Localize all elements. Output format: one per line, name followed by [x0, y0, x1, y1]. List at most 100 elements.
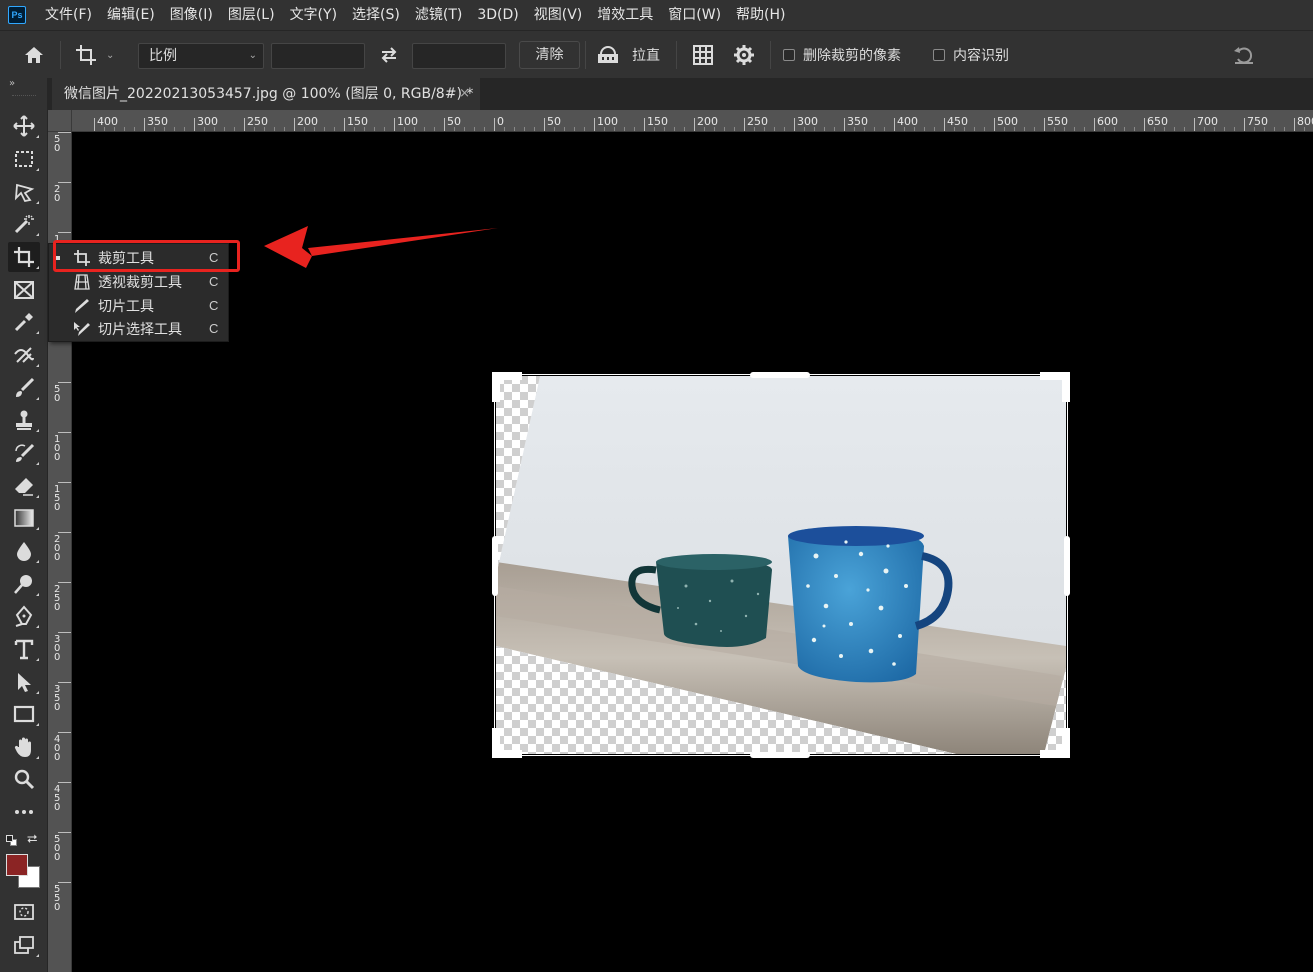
image-layer[interactable] [496, 376, 1066, 754]
frame-icon [14, 281, 34, 299]
ruler-major-tick [394, 118, 395, 131]
crop-handle-bottom[interactable] [750, 752, 810, 758]
path-selection-tool[interactable] [8, 667, 40, 697]
straighten-button[interactable]: 拉直 [596, 31, 660, 79]
rectangle-icon [13, 705, 35, 723]
swap-colors-icon[interactable]: ⮂ [27, 832, 37, 847]
ruler-label: 300 [54, 634, 61, 663]
menu-edit[interactable]: 编辑(E) [100, 0, 163, 30]
crop-handle-top-right[interactable] [1062, 372, 1070, 402]
history-brush-icon [15, 443, 35, 462]
checkbox-box[interactable] [933, 49, 945, 61]
eyedropper-icon [14, 313, 33, 332]
history-brush-tool[interactable] [8, 438, 40, 468]
eraser-tool[interactable] [8, 471, 40, 501]
menu-window[interactable]: 窗口(W) [661, 0, 729, 30]
ratio-select[interactable]: 比例 ⌄ [138, 43, 264, 69]
ruler-major-tick [894, 118, 895, 131]
crop-height-input[interactable] [412, 43, 506, 69]
brush-tool[interactable] [8, 373, 40, 403]
flyout-item-slice[interactable]: 切片工具 C [49, 294, 230, 317]
zoom-tool[interactable] [8, 764, 40, 794]
ruler-label: 800 [1297, 115, 1313, 128]
tools-panel: » ⮂ [0, 78, 48, 972]
crop-width-input[interactable] [271, 43, 365, 69]
ruler-major-tick [794, 118, 795, 131]
crop-handle-top[interactable] [750, 372, 810, 378]
flyout-item-perspective-crop[interactable]: 透视裁剪工具 C [49, 270, 230, 293]
frame-tool[interactable] [8, 275, 40, 305]
swap-dimensions-button[interactable] [378, 31, 400, 79]
menu-layer[interactable]: 图层(L) [221, 0, 283, 30]
rectangle-tool[interactable] [8, 699, 40, 729]
content-aware-checkbox[interactable]: 内容识别 [933, 31, 1009, 79]
menu-type[interactable]: 文字(Y) [283, 0, 345, 30]
crop-handle-bottom-right[interactable] [1062, 728, 1070, 758]
default-colors-icon[interactable] [6, 835, 18, 847]
hand-icon [14, 737, 31, 757]
menu-select[interactable]: 选择(S) [345, 0, 408, 30]
tool-preset-picker[interactable]: ⌄ [74, 31, 114, 79]
magic-wand-tool[interactable] [8, 209, 40, 239]
dodge-tool[interactable] [8, 569, 40, 599]
menu-plugins[interactable]: 增效工具 [590, 0, 661, 30]
close-tab-icon[interactable]: × [459, 78, 470, 110]
move-icon [13, 115, 35, 137]
reset-button[interactable] [1232, 31, 1256, 79]
menu-view[interactable]: 视图(V) [527, 0, 591, 30]
hand-tool[interactable] [8, 732, 40, 762]
more-icon [15, 810, 33, 814]
crop-handle-left[interactable] [492, 536, 498, 596]
menu-help[interactable]: 帮助(H) [729, 0, 793, 30]
eyedropper-tool[interactable] [8, 307, 40, 337]
collapse-panel-icon[interactable]: » [9, 78, 15, 89]
pen-tool[interactable] [8, 601, 40, 631]
document-tab[interactable]: 微信图片_20220213053457.jpg @ 100% (图层 0, RG… [52, 78, 480, 110]
ruler-major-tick [58, 632, 71, 633]
menu-image[interactable]: 图像(I) [163, 0, 221, 30]
gradient-tool[interactable] [8, 503, 40, 533]
screen-mode-button[interactable] [8, 930, 40, 960]
ruler-major-tick [58, 832, 71, 833]
content-aware-label: 内容识别 [953, 48, 1009, 64]
crop-handle-bottom-left[interactable] [492, 728, 500, 758]
clear-button[interactable]: 清除 [519, 41, 580, 69]
zoom-icon [14, 769, 35, 790]
ruler-major-tick [58, 482, 71, 483]
marquee-tool[interactable] [8, 144, 40, 174]
menu-3d[interactable]: 3D(D) [470, 0, 526, 30]
type-tool[interactable] [8, 634, 40, 664]
horizontal-ruler[interactable]: 400 350 300 250 200 150 100 50 0 50 100 150 200 250 30… [72, 110, 1313, 132]
ruler-major-tick [58, 132, 71, 133]
crop-settings-button[interactable] [733, 31, 755, 79]
menu-file[interactable]: 文件(F) [38, 0, 100, 30]
edit-toolbar-button[interactable] [8, 797, 40, 827]
move-tool[interactable] [8, 111, 40, 141]
checkbox-box[interactable] [783, 49, 795, 61]
screen-mode-icon [14, 936, 34, 954]
mug-photo [496, 376, 1066, 754]
ruler-major-tick [58, 732, 71, 733]
ruler-origin[interactable] [48, 110, 72, 132]
home-button[interactable] [22, 31, 46, 79]
overlay-options-button[interactable] [691, 31, 715, 79]
menu-filter[interactable]: 滤镜(T) [408, 0, 470, 30]
crop-handle-top-left[interactable] [492, 372, 500, 402]
lasso-tool[interactable] [8, 177, 40, 207]
healing-brush-tool[interactable] [8, 340, 40, 370]
panel-grip[interactable] [12, 95, 36, 97]
foreground-color-swatch[interactable] [6, 854, 28, 876]
flyout-item-slice-select[interactable]: 切片选择工具 C [49, 317, 230, 340]
clone-stamp-tool[interactable] [8, 405, 40, 435]
delete-cropped-pixels-checkbox[interactable]: 删除裁剪的像素 [783, 31, 901, 79]
quick-mask-button[interactable] [8, 897, 40, 927]
perspective-crop-icon [74, 273, 90, 290]
crop-tool[interactable] [8, 242, 40, 272]
ruler-label: 50 [54, 134, 61, 154]
brush-icon [16, 377, 35, 397]
ruler-major-tick [1044, 118, 1045, 131]
blur-tool[interactable] [8, 536, 40, 566]
ruler-major-tick [1094, 118, 1095, 131]
ruler-major-tick [58, 532, 71, 533]
crop-handle-right[interactable] [1064, 536, 1070, 596]
